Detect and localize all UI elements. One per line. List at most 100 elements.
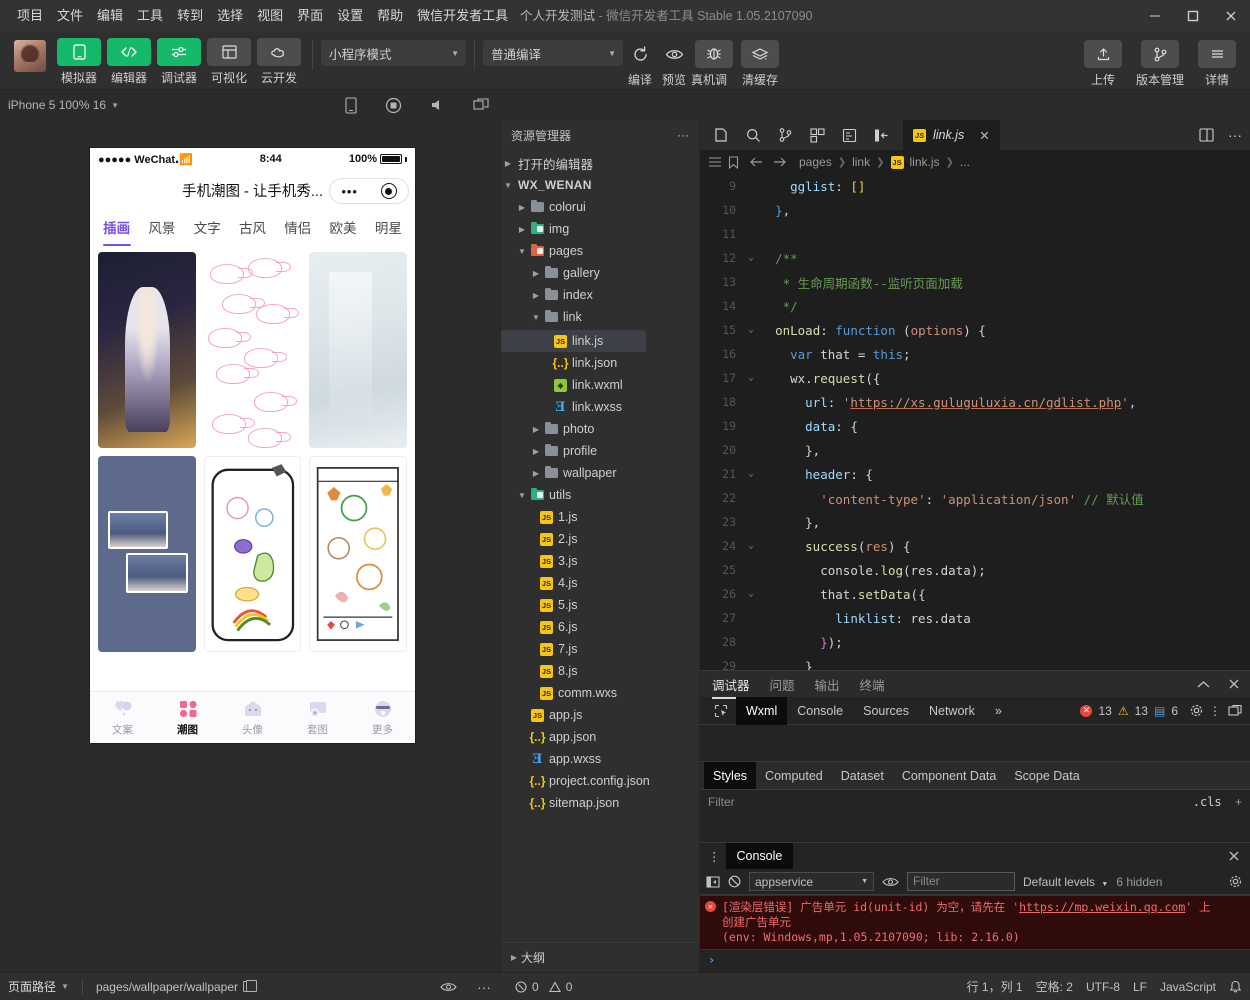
toolbar-button-editor[interactable]: 编辑器 <box>104 38 154 86</box>
tabbar-item-wenan[interactable]: 文案 <box>90 699 155 737</box>
menu-item-file[interactable]: 文件 <box>50 0 90 32</box>
panel-tab-terminal[interactable]: 终端 <box>860 675 885 694</box>
styles-tab-component-data[interactable]: Component Data <box>893 762 1006 790</box>
encoding[interactable]: UTF-8 <box>1086 980 1120 994</box>
devtools-tab-console[interactable]: Console <box>787 697 853 725</box>
files-icon[interactable] <box>714 127 729 143</box>
gear-icon[interactable] <box>1190 704 1203 717</box>
menu-item-devtools[interactable]: 微信开发者工具 <box>410 0 515 32</box>
toolbar-button-simulator[interactable]: 模拟器 <box>54 38 104 86</box>
tree-row-photo[interactable]: ▶ photo <box>501 418 699 440</box>
clearcache-button-group[interactable]: 清缓存 <box>737 38 783 88</box>
category-tab-wenzi[interactable]: 文字 <box>185 217 230 237</box>
fold-chevron-icon[interactable]: ⌄ <box>742 325 760 335</box>
outline-section[interactable]: ▶ 大纲 <box>501 942 699 972</box>
capsule-menu-icon[interactable]: ••• <box>341 184 358 199</box>
code-line[interactable]: 18 url: 'https://xs.guluguluxia.cn/gdlis… <box>700 390 1250 414</box>
details-button-group[interactable]: 详情 <box>1194 38 1240 88</box>
eol[interactable]: LF <box>1133 980 1147 994</box>
tree-row-app-wxss[interactable]: Ǝ app.wxss <box>501 748 699 770</box>
forward-arrow-icon[interactable] <box>773 156 787 168</box>
menu-item-interface[interactable]: 界面 <box>290 0 330 32</box>
tree-row-5js[interactable]: JS 5.js <box>501 594 699 616</box>
wxml-tree-area[interactable] <box>700 725 1250 761</box>
close-icon[interactable] <box>1212 0 1250 32</box>
tree-row-img[interactable]: ▶ img <box>501 218 699 240</box>
search-icon[interactable] <box>746 128 761 143</box>
code-line[interactable]: 28 }); <box>700 630 1250 654</box>
wallpaper-thumb[interactable] <box>309 252 407 448</box>
console-error-message[interactable]: ✕ [渲染层错误] 广告单元 id(unit-id) 为空，请先在 'https… <box>700 895 1250 950</box>
fold-chevron-icon[interactable]: ⌄ <box>742 541 760 551</box>
inspect-element-icon[interactable] <box>706 704 736 718</box>
tabbar-item-gengduo[interactable]: 更多 <box>350 699 415 737</box>
tabbar-item-taotu[interactable]: 套图 <box>285 699 350 737</box>
add-rule-icon[interactable]: + <box>1235 795 1242 809</box>
toolbar-button-cloud[interactable]: 云开发 <box>254 38 304 86</box>
panel-tab-debugger[interactable]: 调试器 <box>712 675 750 699</box>
phone-rotate-icon[interactable] <box>345 96 357 114</box>
tree-row-open-editors[interactable]: ▶ 打开的编辑器 <box>501 152 699 174</box>
back-arrow-icon[interactable] <box>749 156 763 168</box>
status-problem-counts[interactable]: 0 0 <box>515 980 572 994</box>
collapse-icon[interactable] <box>1197 680 1210 689</box>
code-line[interactable]: 25 console.log(res.data); <box>700 558 1250 582</box>
code-line[interactable]: 10 }, <box>700 198 1250 222</box>
wechat-capsule[interactable]: ••• <box>329 178 409 204</box>
wallpaper-thumb[interactable] <box>203 456 302 652</box>
tree-row-2js[interactable]: JS 2.js <box>501 528 699 550</box>
code-line[interactable]: 13 * 生命周期函数--监听页面加载 <box>700 270 1250 294</box>
code-line[interactable]: 11 <box>700 222 1250 246</box>
styles-tab-scope-data[interactable]: Scope Data <box>1005 762 1088 790</box>
version-button-group[interactable]: 版本管理 <box>1132 38 1188 88</box>
console-levels-select[interactable]: Default levels ▼ <box>1023 875 1108 889</box>
wallpaper-thumb[interactable] <box>203 252 302 448</box>
tree-row-pages[interactable]: ▼ pages <box>501 240 699 262</box>
avatar[interactable] <box>14 40 46 72</box>
explorer-more-icon[interactable]: ··· <box>677 128 689 142</box>
code-editor[interactable]: 9 gglist: [] 10 }, 11 12 ⌄ /** 13 * 生命周期函数--监… <box>700 174 1250 670</box>
tree-row-link-js[interactable]: JS link.js <box>501 330 646 352</box>
close-icon[interactable] <box>1228 850 1240 862</box>
category-tab-gufeng[interactable]: 古风 <box>230 217 275 237</box>
code-line[interactable]: 29 } <box>700 654 1250 671</box>
eye-icon[interactable] <box>440 981 457 993</box>
extensions-icon[interactable] <box>810 127 825 143</box>
cursor-position[interactable]: 行 1，列 1 <box>967 978 1023 995</box>
code-line[interactable]: 27 linklist: res.data <box>700 606 1250 630</box>
maximize-icon[interactable] <box>1174 0 1212 32</box>
volume-icon[interactable] <box>430 98 445 112</box>
chevron-down-icon[interactable]: ▼ <box>61 982 69 991</box>
window-icon[interactable] <box>473 98 489 112</box>
styles-tab-styles[interactable]: Styles <box>704 761 757 790</box>
mode-select[interactable]: 小程序模式 ▼ <box>321 40 466 66</box>
wallpaper-thumb[interactable] <box>309 456 407 652</box>
tree-row-comm-wxs[interactable]: JS comm.wxs <box>501 682 699 704</box>
category-tab-fengjing[interactable]: 风景 <box>139 217 184 237</box>
tabbar-item-chaotu[interactable]: 潮图 <box>155 699 220 737</box>
refresh-icon[interactable] <box>623 40 657 68</box>
fold-chevron-icon[interactable]: ⌄ <box>742 253 760 263</box>
device-select[interactable]: iPhone 5 100% 16 <box>8 98 106 112</box>
fold-chevron-icon[interactable]: ⌄ <box>742 373 760 383</box>
indentation[interactable]: 空格: 2 <box>1036 978 1073 995</box>
bookmark-icon[interactable] <box>728 155 739 169</box>
tree-row-app-js[interactable]: JS app.js <box>501 704 699 726</box>
kebab-menu-icon[interactable]: ⋮ <box>708 849 722 864</box>
devtools-tab-network[interactable]: Network <box>919 697 985 725</box>
category-tab-chahua[interactable]: 插画 <box>94 217 139 237</box>
wallpaper-thumb[interactable] <box>98 456 196 652</box>
tree-row-link[interactable]: ▼ link <box>501 306 699 328</box>
styles-tab-computed[interactable]: Computed <box>756 762 832 790</box>
copy-icon[interactable] <box>243 980 258 992</box>
styles-filter-input[interactable]: Filter <box>708 795 735 809</box>
record-icon[interactable] <box>385 97 402 114</box>
editor-tab-link-js[interactable]: JS link.js ✕ <box>903 120 1000 150</box>
dock-icon[interactable] <box>1228 704 1242 717</box>
menu-item-tools[interactable]: 工具 <box>130 0 170 32</box>
bell-icon[interactable] <box>1229 980 1242 994</box>
menu-item-edit[interactable]: 编辑 <box>90 0 130 32</box>
tree-row-link-wxss[interactable]: Ǝ link.wxss <box>501 396 699 418</box>
upload-button-group[interactable]: 上传 <box>1080 38 1126 88</box>
split-editor-icon[interactable] <box>1199 128 1214 142</box>
